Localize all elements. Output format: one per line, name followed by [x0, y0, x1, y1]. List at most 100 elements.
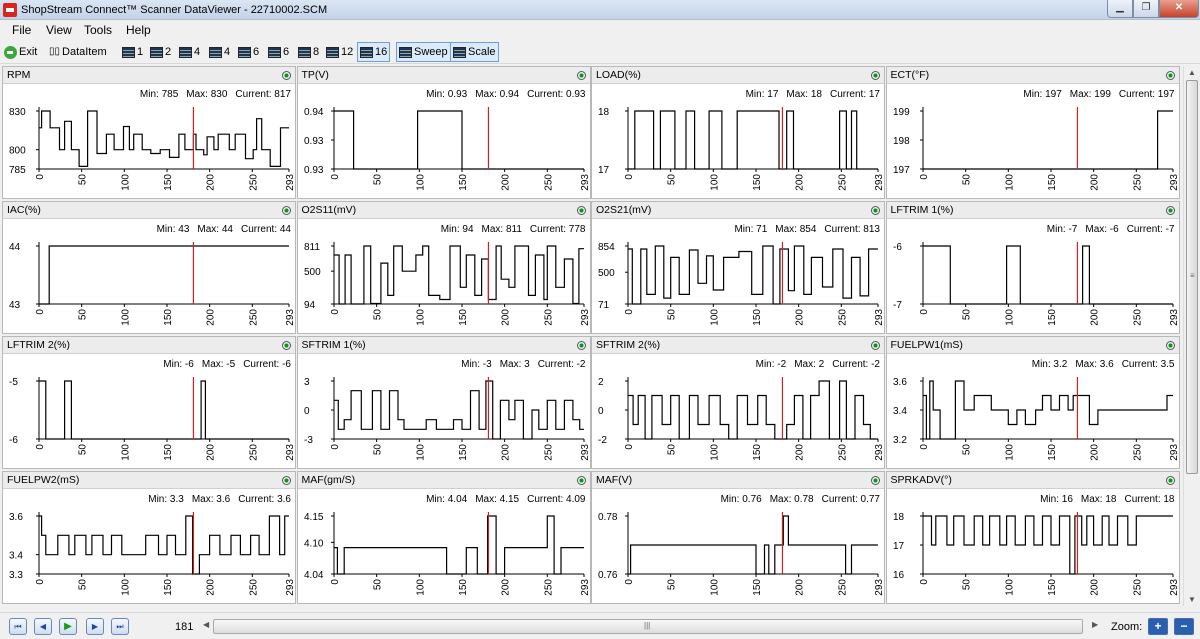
sweep-button[interactable]: Sweep	[396, 42, 451, 62]
x-tick-label: 100	[415, 309, 426, 326]
graph-plot[interactable]: -5 -6 0 50 100 150 200 250 293	[3, 369, 295, 468]
graph-plot[interactable]: 3 0 -3 0 50 100 150 200 250 293	[298, 369, 590, 468]
status-indicator-icon[interactable]	[1165, 71, 1175, 80]
status-indicator-icon[interactable]	[871, 341, 880, 350]
graph-panel[interactable]: RPM Min: 785 Max: 830 Current: 817 830 800 785…	[2, 66, 296, 199]
graph-plot[interactable]: 18 17 0 50 100 150 200 250 293	[592, 99, 884, 198]
status-indicator-icon[interactable]	[282, 476, 291, 485]
menu-help[interactable]: Help	[126, 23, 151, 37]
next-frame-button[interactable]: ▶	[86, 618, 104, 635]
layout-icon	[298, 46, 311, 58]
status-indicator-icon[interactable]	[282, 206, 291, 215]
dataitem-label: DataItem	[62, 46, 107, 58]
status-indicator-icon[interactable]	[1165, 341, 1175, 350]
graph-panel[interactable]: SFTRIM 1(%) Min: -3 Max: 3 Current: -2 3 0 -3 0…	[296, 336, 591, 469]
panel-title-bar: IAC(%)	[3, 202, 295, 219]
layout-2-button[interactable]: 2	[147, 42, 174, 62]
layout-6b-button[interactable]: 6	[265, 42, 292, 62]
status-indicator-icon[interactable]	[871, 476, 880, 485]
graph-panel[interactable]: ECT(°F) Min: 197 Max: 199 Current: 197 199 19…	[885, 66, 1180, 199]
last-frame-button[interactable]: ⏭	[111, 618, 129, 635]
graph-plot[interactable]: -6 -7 0 50 100 150 200 250 293	[887, 234, 1179, 333]
layout-8-button[interactable]: 8	[295, 42, 322, 62]
graph-panel[interactable]: TP(V) Min: 0.93 Max: 0.94 Current: 0.93 0.94…	[296, 66, 591, 199]
layout-6-button[interactable]: 6	[235, 42, 262, 62]
graph-plot[interactable]: 811 500 94 0 50 100 150 200 250 293	[298, 234, 590, 333]
graph-grid: RPM Min: 785 Max: 830 Current: 817 830 800 785…	[0, 66, 1183, 606]
x-tick-label: 200	[1089, 174, 1100, 191]
graph-plot[interactable]: 199 198 197 0 50 100 150 200 250 293	[887, 99, 1179, 198]
scale-button[interactable]: Scale	[450, 42, 499, 62]
scroll-left-icon[interactable]: ◀	[203, 620, 209, 629]
layout-16-button[interactable]: 16	[357, 42, 391, 62]
zoom-in-button[interactable]: +	[1148, 618, 1168, 635]
data-trace	[333, 110, 584, 170]
menu-file[interactable]: File	[12, 23, 31, 37]
vertical-scrollbar[interactable]: ▲ ≡ ▼	[1183, 66, 1200, 606]
graph-plot[interactable]: 0.94 0.93 0.93 0 50 100 150 200 250 293	[298, 99, 590, 198]
x-tick-label: 250	[248, 174, 259, 191]
graph-plot[interactable]: 18 17 16 0 50 100 150 200 250 293	[887, 504, 1179, 603]
layout-4b-button[interactable]: 4	[206, 42, 233, 62]
minimize-button[interactable]: ▁	[1107, 0, 1133, 18]
app-icon[interactable]	[3, 3, 17, 17]
data-trace	[333, 515, 584, 575]
dataitem-button[interactable]: ▯▯ DataItem	[46, 42, 110, 62]
graph-plot[interactable]: 830 800 785 0 50 100 150 200 250 293	[3, 99, 295, 198]
x-tick-label: 50	[961, 174, 972, 186]
first-frame-button[interactable]: ⏮	[9, 618, 27, 635]
graph-panel[interactable]: SFTRIM 2(%) Min: -2 Max: 2 Current: -2 2 0 -2 0…	[591, 336, 885, 469]
layout-12-button[interactable]: 12	[323, 42, 356, 62]
prev-frame-button[interactable]: ◀	[34, 618, 52, 635]
layout-1-button[interactable]: 1	[119, 42, 146, 62]
graph-plot[interactable]: 3.6 3.4 3.3 0 50 100 150 200 250 293	[3, 504, 295, 603]
status-indicator-icon[interactable]	[576, 71, 586, 80]
status-indicator-icon[interactable]	[1165, 206, 1175, 215]
scroll-right-icon[interactable]: ▶	[1092, 620, 1098, 629]
graph-plot[interactable]: 854 500 71 0 50 100 150 200 250 293	[592, 234, 884, 333]
graph-panel[interactable]: FUELPW1(mS) Min: 3.2 Max: 3.6 Current: 3.5 3…	[885, 336, 1180, 469]
y-tick-label: 0.94	[304, 107, 324, 118]
status-indicator-icon[interactable]	[1165, 476, 1175, 485]
status-indicator-icon[interactable]	[576, 206, 586, 215]
x-tick-label: 293	[285, 579, 295, 596]
x-tick-label: 100	[1004, 579, 1015, 596]
exit-button[interactable]: Exit	[1, 42, 40, 62]
scroll-up-icon[interactable]: ▲	[1188, 68, 1196, 77]
close-button[interactable]: ✕	[1159, 0, 1199, 18]
status-indicator-icon[interactable]	[871, 206, 880, 215]
layout-4-button[interactable]: 4	[176, 42, 203, 62]
graph-plot[interactable]: 2 0 -2 0 50 100 150 200 250 293	[592, 369, 884, 468]
graph-plot[interactable]: 0.78 0.76 0 50 100 150 200 250 293	[592, 504, 884, 603]
status-indicator-icon[interactable]	[282, 71, 291, 80]
graph-panel[interactable]: LFTRIM 1(%) Min: -7 Max: -6 Current: -7 -6 -7…	[885, 201, 1180, 334]
graph-panel[interactable]: SPRKADV(°) Min: 16 Max: 18 Current: 18 18 17 1…	[885, 471, 1180, 604]
graph-plot[interactable]: 44 43 0 50 100 150 200 250 293	[3, 234, 295, 333]
graph-panel[interactable]: FUELPW2(mS) Min: 3.3 Max: 3.6 Current: 3.6 3…	[2, 471, 296, 604]
scroll-down-icon[interactable]: ▼	[1188, 595, 1196, 604]
menu-view[interactable]: View	[46, 23, 72, 37]
graph-plot[interactable]: 4.15 4.10 4.04 0 50 100 150 200 250 293	[298, 504, 590, 603]
scroll-thumb[interactable]: ≡	[1186, 80, 1198, 474]
graph-plot[interactable]: 3.6 3.4 3.2 0 50 100 150 200 250 293	[887, 369, 1179, 468]
frame-scrollbar[interactable]: |||	[213, 619, 1083, 634]
graph-panel[interactable]: MAF(gm/S) Min: 4.04 Max: 4.15 Current: 4.09…	[296, 471, 591, 604]
y-tick-label: 198	[893, 136, 910, 147]
play-button[interactable]: ▶	[59, 618, 77, 635]
menu-tools[interactable]: Tools	[84, 23, 112, 37]
graph-panel[interactable]: O2S11(mV) Min: 94 Max: 811 Current: 778 811 5…	[296, 201, 591, 334]
graph-panel[interactable]: MAF(V) Min: 0.76 Max: 0.78 Current: 0.77 0.7…	[591, 471, 885, 604]
status-indicator-icon[interactable]	[871, 71, 880, 80]
graph-panel[interactable]: LFTRIM 2(%) Min: -6 Max: -5 Current: -6 -5 -6…	[2, 336, 296, 469]
x-tick-label: 50	[667, 444, 678, 456]
zoom-out-button[interactable]: −	[1174, 618, 1194, 635]
y-tick-label: 43	[9, 300, 21, 311]
graph-panel[interactable]: LOAD(%) Min: 17 Max: 18 Current: 17 18 17 0 50 1…	[591, 66, 885, 199]
status-indicator-icon[interactable]	[576, 341, 586, 350]
maximize-button[interactable]: ❐	[1133, 0, 1159, 18]
graph-panel[interactable]: O2S21(mV) Min: 71 Max: 854 Current: 813 854 5…	[591, 201, 885, 334]
panel-title-bar: ECT(°F)	[886, 67, 1179, 84]
status-indicator-icon[interactable]	[282, 341, 291, 350]
graph-panel[interactable]: IAC(%) Min: 43 Max: 44 Current: 44 44 43 0 50 10…	[2, 201, 296, 334]
status-indicator-icon[interactable]	[576, 476, 586, 485]
